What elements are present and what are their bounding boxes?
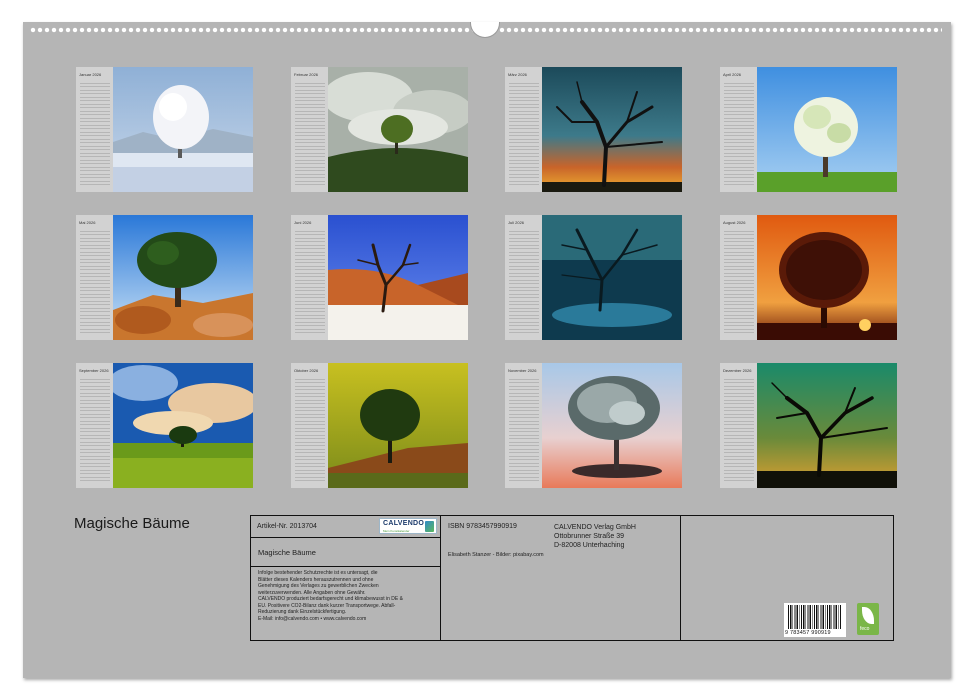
dead-tree-desert-photo xyxy=(328,215,468,340)
month-grid: April 2026 xyxy=(720,67,757,192)
month-tile-august[interactable]: August 2026 xyxy=(720,215,897,340)
snowy-tree-photo xyxy=(113,67,253,192)
month-tile-mai[interactable]: Mai 2026 xyxy=(76,215,253,340)
artikel-row: Artikel-Nr. 2013704 CALVENDO Mein Kunstk… xyxy=(251,516,440,538)
calvendo-logo: CALVENDO Mein Kunstkalender xyxy=(379,518,437,534)
calendar-title: Magische Bäume xyxy=(74,515,190,532)
tree-orange-sunset-photo xyxy=(757,215,897,340)
month-name: September 2026 xyxy=(79,368,109,373)
silhouette-tree-photo xyxy=(757,363,897,488)
month-name: November 2026 xyxy=(508,368,537,373)
isbn: ISBN 9783457990919 xyxy=(448,523,517,530)
tree-dramatic-sky-photo xyxy=(113,363,253,488)
month-grid: Juli 2026 xyxy=(505,215,542,340)
blossom-tree-photo xyxy=(757,67,897,192)
month-name: Dezember 2026 xyxy=(723,368,752,373)
month-tile-dezember[interactable]: Dezember 2026 xyxy=(720,363,897,488)
image-credits: Elisabeth Stanzer - Bilder: pixabay.com xyxy=(448,552,544,558)
month-grid: Februar 2026 xyxy=(291,67,328,192)
month-tile-april[interactable]: April 2026 xyxy=(720,67,897,192)
info-box: Artikel-Nr. 2013704 CALVENDO Mein Kunstk… xyxy=(250,515,894,641)
info-column-publisher: ISBN 9783457990919 CALVENDO Verlag GmbH … xyxy=(441,516,681,640)
leaf-icon xyxy=(862,607,874,624)
month-tile-januar[interactable]: Januar 2026 xyxy=(76,67,253,192)
month-name: Januar 2026 xyxy=(79,72,102,77)
tree-in-water-photo xyxy=(542,215,682,340)
publisher-address: CALVENDO Verlag GmbH Ottobrunner Straße … xyxy=(554,524,636,549)
month-grid: November 2026 xyxy=(505,363,542,488)
month-name: Mai 2026 xyxy=(79,220,96,225)
title-row: Magische Bäume xyxy=(251,538,440,567)
month-grid: Juni 2026 xyxy=(291,215,328,340)
month-name: Juli 2026 xyxy=(508,220,525,225)
month-name: Oktober 2026 xyxy=(294,368,319,373)
tree-yellow-sky-photo xyxy=(328,363,468,488)
month-name: Februar 2026 xyxy=(294,72,319,77)
month-grid: März 2026 xyxy=(505,67,542,192)
barcode-number: 9 783457 990919 xyxy=(785,630,831,636)
month-name: Juni 2026 xyxy=(294,220,312,225)
legal-disclaimer: Infolge bestehender Schutzrechte ist es … xyxy=(258,570,403,622)
month-name: August 2026 xyxy=(723,220,746,225)
info-column-product: Artikel-Nr. 2013704 CALVENDO Mein Kunstk… xyxy=(251,516,441,640)
month-tile-februar[interactable]: Februar 2026 xyxy=(291,67,468,192)
bare-tree-sunset-photo xyxy=(542,67,682,192)
info-column-codes: 9 783457 990919 feco xyxy=(681,516,893,640)
eco-label: feco xyxy=(857,603,879,635)
calvendo-mark-icon xyxy=(425,521,434,532)
barcode: 9 783457 990919 xyxy=(784,603,846,637)
month-grid: September 2026 xyxy=(76,363,113,488)
artikel-number: Artikel-Nr. 2013704 xyxy=(257,523,317,530)
month-grid: August 2026 xyxy=(720,215,757,340)
month-tile-juni[interactable]: Juni 2026 xyxy=(291,215,468,340)
tree-on-hill-clouds-photo xyxy=(328,67,468,192)
month-tile-juli[interactable]: Juli 2026 xyxy=(505,215,682,340)
month-name: April 2026 xyxy=(723,72,742,77)
tree-on-rocks-photo xyxy=(113,215,253,340)
month-grid: Dezember 2026 xyxy=(720,363,757,488)
month-grid: Oktober 2026 xyxy=(291,363,328,488)
month-name: März 2026 xyxy=(508,72,527,77)
month-tile-november[interactable]: November 2026 xyxy=(505,363,682,488)
month-tile-september[interactable]: September 2026 xyxy=(76,363,253,488)
info-calendar-title: Magische Bäume xyxy=(258,548,316,557)
frosted-tree-photo xyxy=(542,363,682,488)
month-tile-maerz[interactable]: März 2026 xyxy=(505,67,682,192)
month-grid: Mai 2026 xyxy=(76,215,113,340)
month-tile-oktober[interactable]: Oktober 2026 xyxy=(291,363,468,488)
barcode-bars-icon xyxy=(788,605,842,629)
month-grid: Januar 2026 xyxy=(76,67,113,192)
